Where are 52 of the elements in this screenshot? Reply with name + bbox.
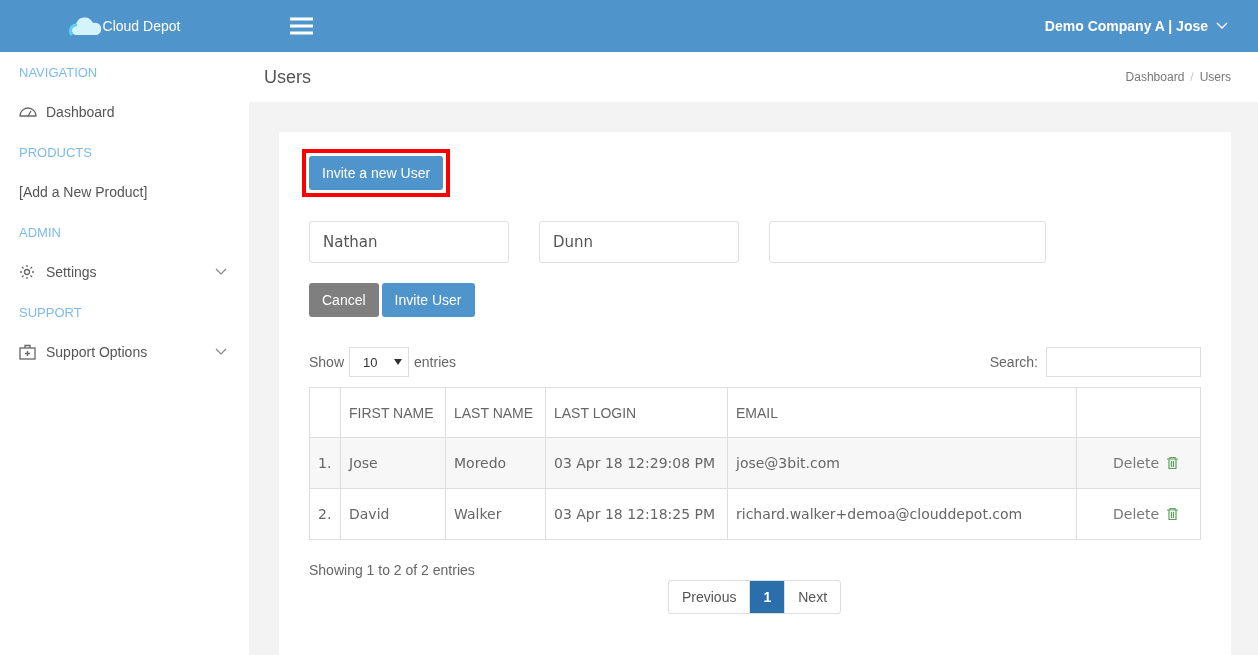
trash-icon: [1167, 457, 1178, 469]
column-header: LAST LOGIN: [545, 387, 728, 438]
entries-label: entries: [414, 354, 457, 370]
dropdown-arrow-icon: [394, 359, 403, 365]
page-size-select[interactable]: 10: [349, 347, 410, 377]
delete-link[interactable]: Delete: [1113, 506, 1178, 522]
settings-icon: [19, 264, 35, 280]
page-button[interactable]: 1: [749, 580, 786, 614]
search-field[interactable]: [1046, 347, 1201, 377]
table-cell: Jose: [340, 437, 446, 489]
table-cell: Moredo: [445, 437, 546, 489]
breadcrumb-link[interactable]: Users: [1199, 70, 1231, 84]
table-cell: 2.: [309, 488, 341, 540]
column-header: LAST NAME: [445, 387, 546, 438]
column-header: EMAIL: [727, 387, 1077, 438]
breadcrumb-link[interactable]: Dashboard: [1125, 70, 1185, 84]
previous-button[interactable]: Previous: [667, 580, 751, 614]
nav-item[interactable]: Settings: [0, 246, 249, 298]
table-cell: 03 Apr 18 12:29:08 PM: [545, 437, 728, 489]
brand-name: Cloud Depot: [102, 18, 181, 34]
show-label: Show: [309, 354, 345, 370]
gauge-icon: [19, 105, 37, 119]
cancel-button[interactable]: Cancel: [309, 283, 379, 317]
input-field[interactable]: Dunn: [539, 221, 739, 263]
trash-icon: [1167, 508, 1178, 520]
table-cell: richard.walker+demoa@clouddepot.com: [727, 488, 1077, 540]
next-button[interactable]: Next: [784, 580, 842, 614]
nav-item[interactable]: Support Options: [0, 326, 249, 378]
cloud-logo-icon: [68, 16, 103, 36]
nav-section-heading: PRODUCTS: [18, 143, 93, 162]
nav-item[interactable]: Dashboard: [0, 86, 249, 138]
menu-icon[interactable]: [290, 17, 313, 35]
breadcrumb-separator: /: [1190, 70, 1194, 84]
page-title: Users: [264, 66, 311, 88]
nav-section-heading: ADMIN: [18, 223, 62, 242]
table-cell: 1.: [309, 437, 341, 489]
table-cell: jose@3bit.com: [727, 437, 1077, 489]
table-cell: 03 Apr 18 12:18:25 PM: [545, 488, 728, 540]
chevron-down-icon: [1216, 22, 1228, 30]
column-header: FIRST NAME: [340, 387, 446, 438]
table-cell: David: [340, 488, 446, 540]
nav-section-heading: NAVIGATION: [18, 63, 99, 82]
table-info: Showing 1 to 2 of 2 entries: [309, 562, 476, 578]
column-header: [309, 387, 341, 438]
input-field[interactable]: [769, 221, 1046, 263]
delete-link[interactable]: Delete: [1113, 455, 1178, 471]
search-label: Search:: [989, 354, 1038, 370]
table-cell: Walker: [445, 488, 546, 540]
input-field[interactable]: Nathan: [309, 221, 509, 263]
nav-section-heading: SUPPORT: [18, 303, 83, 322]
nav-item[interactable]: [Add a New Product]: [0, 166, 249, 218]
first-aid-box-icon: [19, 344, 36, 360]
